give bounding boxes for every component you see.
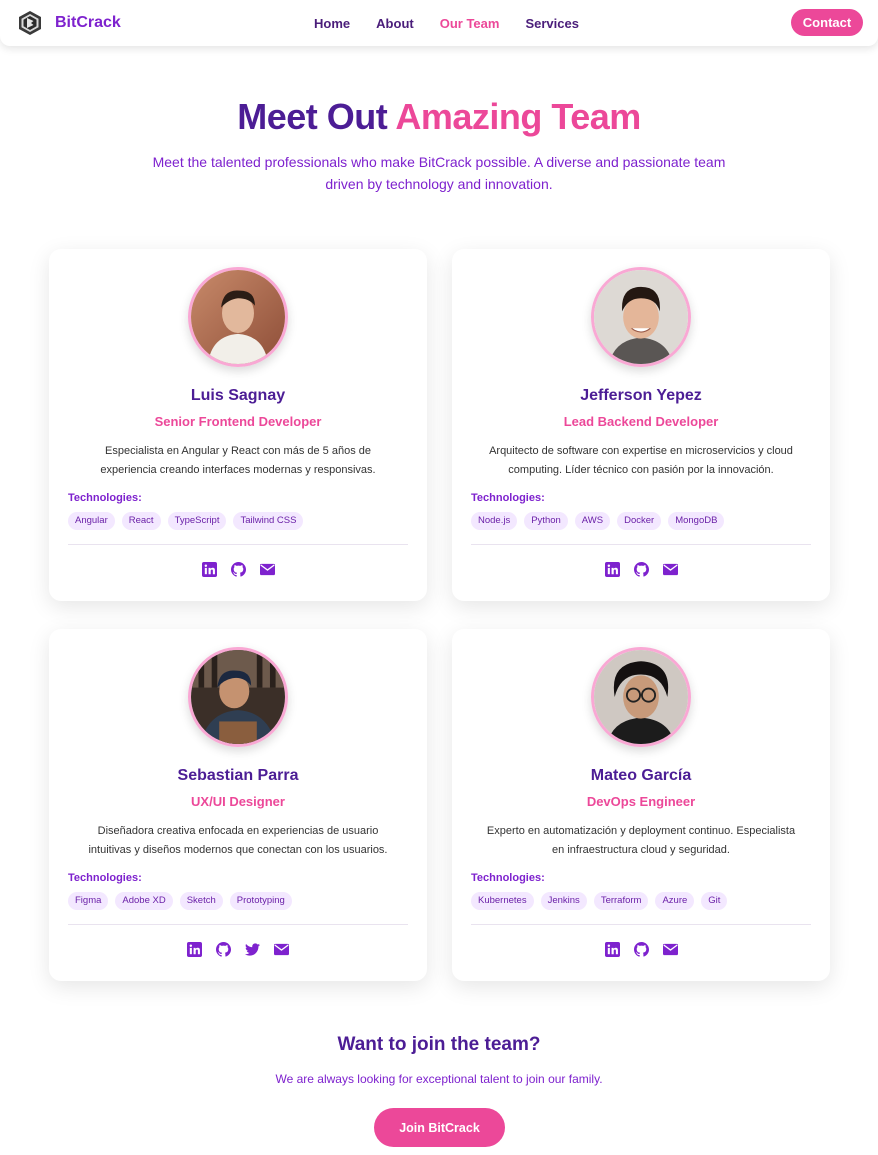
- github-icon[interactable]: [216, 942, 231, 957]
- github-icon[interactable]: [633, 942, 649, 957]
- join-button[interactable]: Join BitCrack: [374, 1108, 505, 1147]
- technology-chip: AWS: [574, 512, 611, 530]
- divider: [471, 544, 811, 545]
- social-links: [49, 562, 427, 577]
- technology-chips: Kubernetes Jenkins Terraform Azure Git: [471, 892, 728, 910]
- avatar-photo-icon: [191, 650, 285, 744]
- github-icon[interactable]: [230, 562, 246, 577]
- team-card-jefferson-yepez: Jefferson Yepez Lead Backend Developer A…: [452, 249, 830, 601]
- avatar: [591, 267, 691, 367]
- technology-chip: React: [121, 512, 161, 530]
- member-name: Luis Sagnay: [190, 387, 286, 404]
- cta-subtitle: We are always looking for exceptional ta…: [275, 1072, 603, 1086]
- member-role: UX/UI Designer: [191, 794, 285, 809]
- technology-chip: Node.js: [471, 512, 518, 530]
- social-links: [452, 942, 830, 957]
- nav-link-about[interactable]: About: [376, 16, 414, 31]
- technology-chip: Terraform: [593, 892, 649, 910]
- avatar: [188, 647, 288, 747]
- member-role: Senior Frontend Developer: [154, 414, 322, 429]
- page-title: Meet Out Amazing Team: [0, 96, 878, 138]
- technology-chip: Angular: [68, 512, 115, 530]
- page-subtitle: Meet the talented professionals who make…: [152, 154, 726, 192]
- technology-chips: Figma Adobe XD Sketch Prototyping: [68, 892, 292, 910]
- email-icon[interactable]: [662, 562, 678, 577]
- page-title-accent: Amazing Team: [395, 96, 641, 137]
- technology-chips: Angular React TypeScript Tailwind CSS: [68, 512, 304, 530]
- technology-chip: Docker: [617, 512, 662, 530]
- nav-link-our-team[interactable]: Our Team: [440, 16, 500, 31]
- linkedin-icon[interactable]: [604, 562, 620, 577]
- contact-button[interactable]: Contact: [791, 9, 863, 36]
- member-description: Especialista en Angular y React con más …: [100, 445, 376, 476]
- email-icon[interactable]: [274, 942, 289, 957]
- technology-chip: Python: [524, 512, 568, 530]
- avatar-photo-icon: [594, 650, 688, 744]
- member-name: Mateo García: [590, 767, 692, 784]
- avatar-photo-icon: [594, 270, 688, 364]
- email-icon[interactable]: [259, 562, 275, 577]
- technology-chip: Adobe XD: [115, 892, 173, 910]
- nav-link-services[interactable]: Services: [525, 16, 579, 31]
- technology-chip: Azure: [655, 892, 695, 910]
- linkedin-icon[interactable]: [201, 562, 217, 577]
- member-description: Experto en automatización y deployment c…: [486, 825, 796, 856]
- technologies-label: Technologies:: [471, 872, 545, 884]
- team-card-luis-sagnay: Luis Sagnay Senior Frontend Developer Es…: [49, 249, 427, 601]
- twitter-icon[interactable]: [245, 942, 260, 957]
- technology-chips: Node.js Python AWS Docker MongoDB: [471, 512, 725, 530]
- avatar-photo-icon: [191, 270, 285, 364]
- social-links: [49, 942, 427, 957]
- member-description: Diseñadora creativa enfocada en experien…: [88, 825, 388, 856]
- divider: [471, 924, 811, 925]
- technology-chip: Git: [701, 892, 728, 910]
- member-role: DevOps Engineer: [586, 794, 696, 809]
- cta-title: Want to join the team?: [337, 1034, 541, 1055]
- navbar: BitCrack Home About Our Team Services Co…: [0, 0, 878, 46]
- nav-link-home[interactable]: Home: [314, 16, 350, 31]
- technologies-label: Technologies:: [68, 872, 142, 884]
- member-name: Sebastian Parra: [177, 767, 299, 784]
- member-name: Jefferson Yepez: [580, 387, 702, 404]
- page-title-part1: Meet Out: [237, 96, 388, 137]
- member-description: Arquitecto de software con expertise en …: [489, 445, 793, 476]
- divider: [68, 924, 408, 925]
- technology-chip: Sketch: [179, 892, 223, 910]
- technology-chip: TypeScript: [167, 512, 227, 530]
- social-links: [452, 562, 830, 577]
- technologies-label: Technologies:: [68, 492, 142, 504]
- member-role: Lead Backend Developer: [563, 414, 719, 429]
- technology-chip: Kubernetes: [471, 892, 534, 910]
- technology-chip: Prototyping: [229, 892, 292, 910]
- github-icon[interactable]: [633, 562, 649, 577]
- team-card-sebastian-parra: Sebastian Parra UX/UI Designer Diseñador…: [49, 629, 427, 981]
- linkedin-icon[interactable]: [604, 942, 620, 957]
- avatar: [591, 647, 691, 747]
- technology-chip: Figma: [68, 892, 109, 910]
- email-icon[interactable]: [662, 942, 678, 957]
- technologies-label: Technologies:: [471, 492, 545, 504]
- technology-chip: Tailwind CSS: [233, 512, 304, 530]
- technology-chip: Jenkins: [540, 892, 587, 910]
- nav-links: Home About Our Team Services: [0, 0, 878, 46]
- divider: [68, 544, 408, 545]
- linkedin-icon[interactable]: [187, 942, 202, 957]
- technology-chip: MongoDB: [668, 512, 725, 530]
- team-card-mateo-garcia: Mateo García DevOps Engineer Experto en …: [452, 629, 830, 981]
- avatar: [188, 267, 288, 367]
